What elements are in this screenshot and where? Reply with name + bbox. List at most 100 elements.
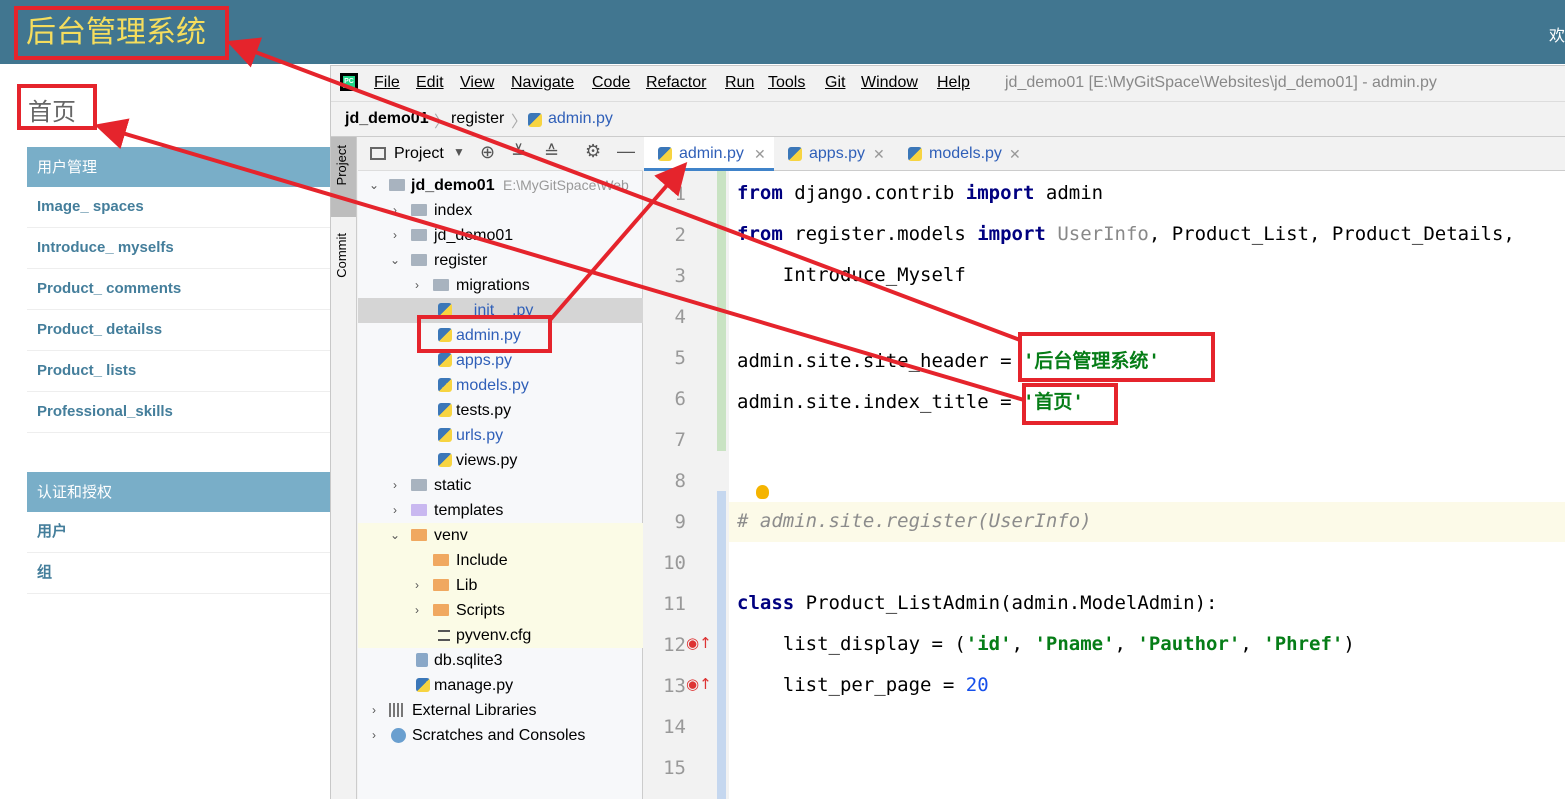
code-area[interactable]: from django.contrib import admin from re…: [729, 171, 1565, 799]
project-view-label[interactable]: Project: [394, 145, 444, 163]
gear-icon[interactable]: ⚙: [585, 141, 601, 162]
folder-icon: [411, 529, 427, 541]
minimize-icon[interactable]: —: [617, 141, 635, 162]
tree-item-index[interactable]: › index: [358, 198, 643, 223]
chevron-right-icon[interactable]: ›: [389, 198, 401, 223]
code-string: 'id': [965, 633, 1012, 655]
model-link[interactable]: Introduce_ myselfs: [27, 228, 330, 269]
collapse-all-icon[interactable]: ≙: [544, 142, 559, 163]
tool-tab-commit[interactable]: Commit: [334, 233, 349, 278]
tree-label: manage.py: [434, 677, 514, 694]
tree-item-scratches[interactable]: › Scratches and Consoles: [358, 723, 643, 748]
tree-item-jd-demo01-root[interactable]: ⌄ jd_demo01 E:\MyGitSpace\Web: [358, 173, 643, 198]
chevron-down-icon[interactable]: ⌄: [389, 248, 401, 273]
python-file-icon: [788, 147, 802, 161]
close-icon[interactable]: ✕: [754, 137, 766, 171]
menu-refactor[interactable]: Refactor: [646, 74, 706, 92]
code-token: django.contrib: [782, 182, 966, 204]
chevron-down-icon[interactable]: ▼: [453, 145, 465, 159]
menu-file[interactable]: File: [374, 74, 400, 92]
tree-label: views.py: [456, 452, 518, 469]
chevron-right-icon[interactable]: ›: [389, 223, 401, 248]
module-caption[interactable]: 用户管理: [27, 147, 330, 187]
code-editor: admin.py ✕ apps.py ✕ models.py ✕ 1 2 3 4…: [644, 137, 1565, 799]
breadcrumb: jd_demo01 〉 register 〉 admin.py: [331, 101, 1565, 137]
tree-label: register: [434, 252, 488, 269]
tree-label: Include: [456, 552, 508, 569]
config-file-icon: [438, 630, 450, 641]
tab-admin-py[interactable]: admin.py ✕: [644, 137, 774, 171]
folder-icon: [389, 179, 405, 191]
tree-item-urls-py[interactable]: urls.py: [358, 423, 643, 448]
folder-icon: [411, 229, 427, 241]
code-token: list_per_page =: [737, 674, 966, 696]
chevron-right-icon[interactable]: ›: [368, 698, 380, 723]
menu-edit[interactable]: Edit: [416, 74, 444, 92]
menu-help[interactable]: Help: [937, 74, 970, 92]
tree-item-static[interactable]: › static: [358, 473, 643, 498]
menu-navigate[interactable]: Navigate: [511, 74, 574, 92]
chevron-down-icon[interactable]: ⌄: [368, 173, 380, 198]
tree-item-lib[interactable]: › Lib: [358, 573, 643, 598]
chevron-right-icon[interactable]: ›: [389, 473, 401, 498]
model-link[interactable]: 用户: [27, 512, 330, 553]
tree-item-venv[interactable]: ⌄ venv: [358, 523, 643, 548]
model-link[interactable]: 组: [27, 553, 330, 594]
tree-item-pyvenv-cfg[interactable]: pyvenv.cfg: [358, 623, 643, 648]
tree-label: db.sqlite3: [434, 652, 503, 669]
breadcrumb-project[interactable]: jd_demo01: [345, 110, 429, 128]
tab-apps-py[interactable]: apps.py ✕: [779, 137, 894, 171]
override-icon[interactable]: ◉↑: [686, 675, 712, 693]
menu-view[interactable]: View: [460, 74, 494, 92]
tree-item-tests-py[interactable]: tests.py: [358, 398, 643, 423]
tree-label: Scratches and Consoles: [412, 727, 586, 744]
chevron-right-icon[interactable]: ›: [411, 273, 423, 298]
menu-tools[interactable]: Tools: [768, 74, 805, 92]
module-caption[interactable]: 认证和授权: [27, 472, 330, 512]
model-link[interactable]: Professional_skills: [27, 392, 330, 433]
tree-item-db-sqlite3[interactable]: db.sqlite3: [358, 648, 643, 673]
tree-item-jd-demo01[interactable]: › jd_demo01: [358, 223, 643, 248]
admin-header: 后台管理系统 欢: [0, 0, 1565, 64]
tree-item-models-py[interactable]: models.py: [358, 373, 643, 398]
expand-all-icon[interactable]: ≚: [511, 142, 526, 163]
tree-item-include[interactable]: Include: [358, 548, 643, 573]
code-line-1: from django.contrib import admin: [737, 182, 1103, 204]
close-icon[interactable]: ✕: [873, 137, 885, 171]
close-icon[interactable]: ✕: [1009, 137, 1021, 171]
model-link[interactable]: Product_ detailss: [27, 310, 330, 351]
chevron-right-icon[interactable]: ›: [411, 598, 423, 623]
tree-item-scripts[interactable]: › Scripts: [358, 598, 643, 623]
code-token: admin.site.site_header =: [737, 350, 1023, 372]
breadcrumb-file[interactable]: admin.py: [548, 110, 613, 128]
tree-item-manage-py[interactable]: manage.py: [358, 673, 643, 698]
breadcrumb-folder[interactable]: register: [451, 110, 504, 128]
annotation-box-site-title: [14, 6, 229, 60]
locate-icon[interactable]: ⊕: [480, 142, 495, 163]
menu-git[interactable]: Git: [825, 74, 845, 92]
tree-item-external-libraries[interactable]: › External Libraries: [358, 698, 643, 723]
chevron-right-icon[interactable]: ›: [389, 498, 401, 523]
lightbulb-icon[interactable]: [756, 485, 769, 499]
chevron-down-icon[interactable]: ⌄: [389, 523, 401, 548]
tool-tab-project[interactable]: Project: [334, 145, 349, 185]
code-string: 'Pauthor': [1137, 633, 1241, 655]
tree-item-register[interactable]: ⌄ register: [358, 248, 643, 273]
code-string: 'Phref': [1263, 633, 1344, 655]
tab-models-py[interactable]: models.py ✕: [899, 137, 1029, 171]
tree-item-views-py[interactable]: views.py: [358, 448, 643, 473]
menu-code[interactable]: Code: [592, 74, 630, 92]
chevron-right-icon[interactable]: ›: [411, 573, 423, 598]
annotation-box-admin-py: [417, 315, 552, 353]
tree-item-migrations[interactable]: › migrations: [358, 273, 643, 298]
override-icon[interactable]: ◉↑: [686, 634, 712, 652]
menu-run[interactable]: Run: [725, 74, 754, 92]
model-link[interactable]: Product_ comments: [27, 269, 330, 310]
model-link[interactable]: Image_ spaces: [27, 187, 330, 228]
model-link[interactable]: Product_ lists: [27, 351, 330, 392]
menu-window[interactable]: Window: [861, 74, 918, 92]
chevron-right-icon[interactable]: ›: [368, 723, 380, 748]
code-token: admin.site.index_title =: [737, 391, 1023, 413]
tree-item-templates[interactable]: › templates: [358, 498, 643, 523]
tree-label: urls.py: [456, 427, 504, 444]
